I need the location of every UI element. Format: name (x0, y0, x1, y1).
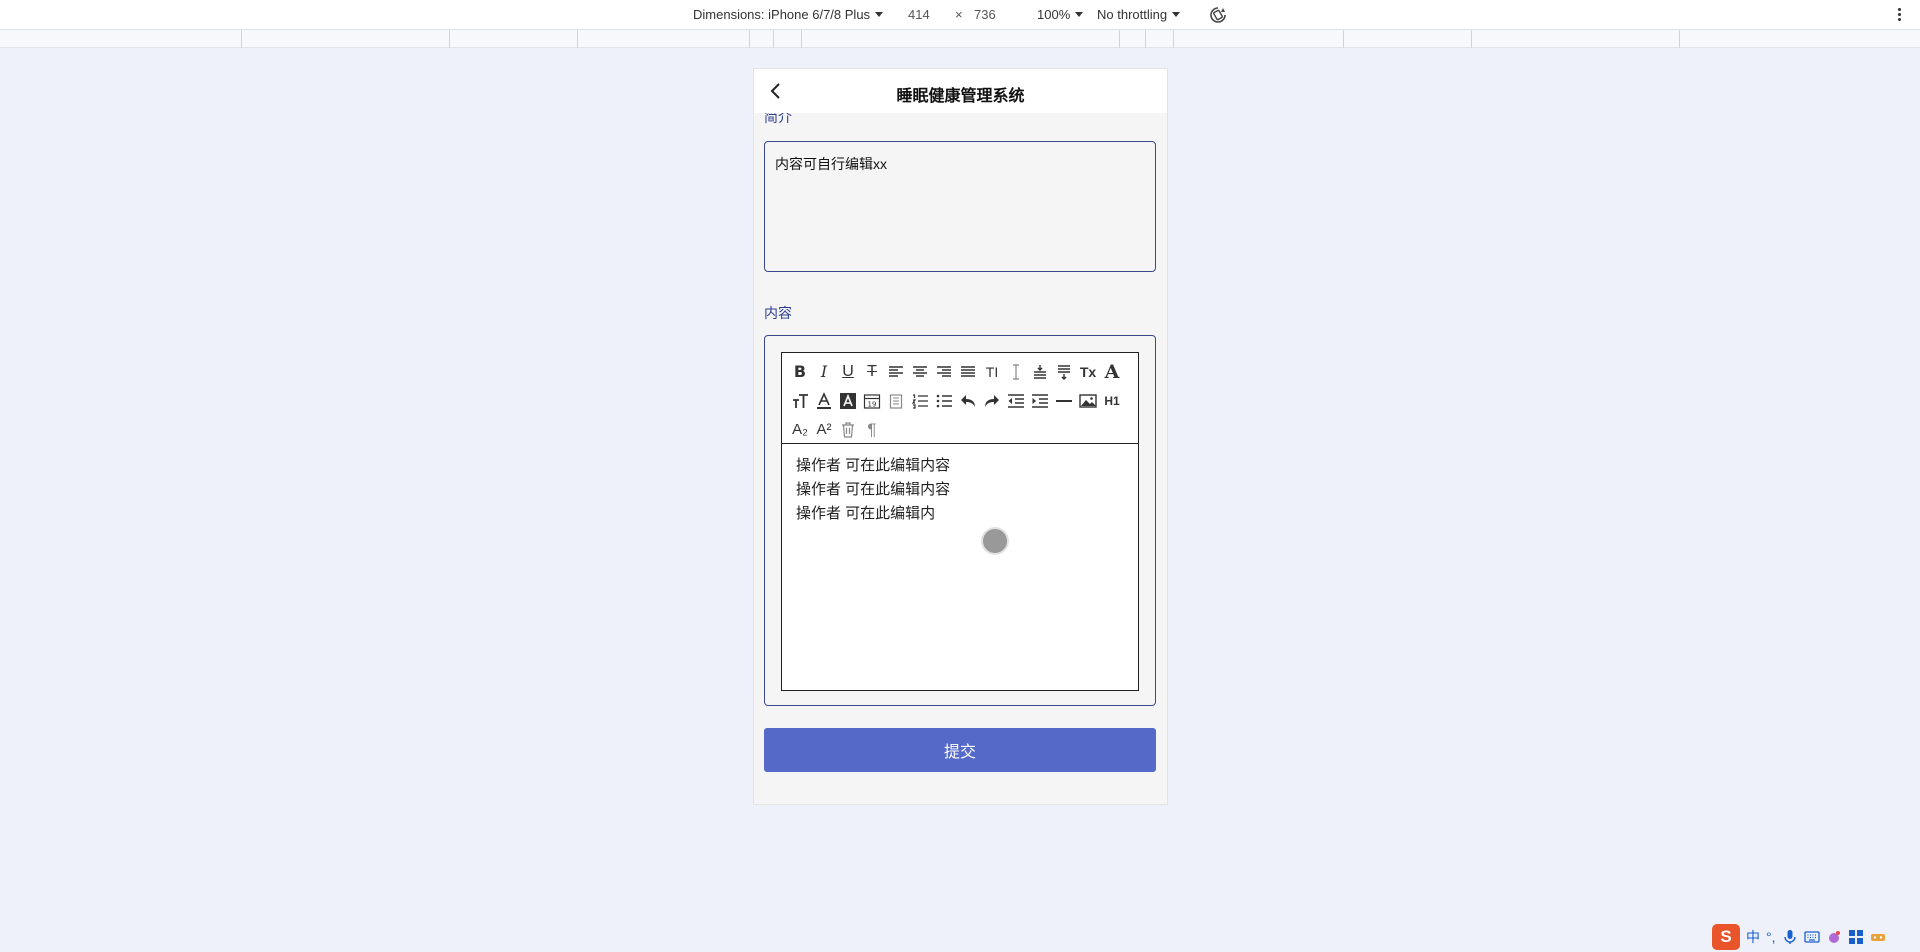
ordered-list-icon[interactable] (908, 389, 932, 413)
undo-icon[interactable] (956, 389, 980, 413)
chevron-down-icon (1075, 12, 1084, 17)
devtools-toolbar: Dimensions: iPhone 6/7/8 Plus 414 × 736 … (0, 0, 1920, 30)
ime-tray: S 中 °, (1712, 924, 1886, 950)
ime-punctuation-indicator[interactable]: °, (1766, 929, 1776, 945)
ime-extra-icon[interactable] (1870, 929, 1886, 945)
svg-text:19: 19 (868, 400, 877, 408)
align-right-icon[interactable] (932, 360, 956, 384)
align-left-icon[interactable] (884, 360, 908, 384)
paragraph-icon[interactable]: ¶ (860, 418, 884, 442)
microphone-icon[interactable] (1782, 929, 1798, 945)
submit-button[interactable]: 提交 (764, 728, 1156, 772)
keyboard-icon[interactable] (1803, 929, 1820, 945)
skin-icon[interactable] (1826, 929, 1842, 945)
touch-cursor-indicator (983, 529, 1007, 553)
device-label: Dimensions: iPhone 6/7/8 Plus (693, 7, 871, 22)
spacing-top-icon[interactable] (1028, 360, 1052, 384)
editor-line: 操作者 可在此编辑内 (796, 505, 936, 522)
clipboard-icon[interactable] (884, 389, 908, 413)
strikethrough-icon[interactable]: T (860, 360, 884, 384)
align-center-icon[interactable] (908, 360, 932, 384)
font-size-icon[interactable]: TI (980, 360, 1004, 384)
zoom-dropdown[interactable]: 100% (1037, 7, 1084, 22)
throttling-dropdown[interactable]: No throttling (1097, 7, 1181, 22)
line-height-icon[interactable] (1004, 360, 1028, 384)
heading-icon[interactable]: H1 (1100, 389, 1124, 413)
device-dimensions-dropdown[interactable]: Dimensions: iPhone 6/7/8 Plus (693, 7, 884, 22)
times-sign: × (955, 7, 963, 22)
ime-language-indicator[interactable]: 中 (1746, 927, 1760, 947)
intro-label: 简介 (764, 113, 792, 125)
indent-icon[interactable] (1028, 389, 1052, 413)
page-title: 睡眠健康管理系统 (896, 88, 1025, 105)
editor-content[interactable]: 操作者 可在此编辑内容 操作者 可在此编辑内容 操作者 可在此编辑内 (796, 454, 1128, 526)
nav-bar: 睡眠健康管理系统 (754, 69, 1167, 113)
width-input[interactable]: 414 (908, 7, 930, 22)
clear-format-icon[interactable]: Tx (1076, 360, 1100, 384)
chevron-down-icon (875, 12, 884, 17)
subscript-icon[interactable]: A₂ (788, 418, 812, 442)
font-family-icon[interactable]: A (1100, 360, 1124, 384)
zoom-label: 100% (1037, 7, 1071, 22)
bold-icon[interactable]: B (788, 360, 812, 384)
align-justify-icon[interactable] (956, 360, 980, 384)
more-options-icon[interactable] (1896, 6, 1902, 24)
chevron-down-icon (1172, 12, 1181, 17)
height-input[interactable]: 736 (974, 7, 996, 22)
unordered-list-icon[interactable] (932, 389, 956, 413)
intro-textarea[interactable]: 内容可自行编辑xx (764, 141, 1156, 272)
rotate-icon[interactable] (1208, 5, 1228, 25)
sogou-ime-logo[interactable]: S (1712, 924, 1740, 950)
horizontal-rule-icon[interactable] (1052, 389, 1076, 413)
redo-icon[interactable] (980, 389, 1004, 413)
editor-line: 操作者 可在此编辑内容 (796, 457, 951, 474)
superscript-icon[interactable]: A² (812, 418, 836, 442)
italic-icon[interactable]: I (812, 360, 836, 384)
font-color-icon[interactable] (812, 389, 836, 413)
toolbox-icon[interactable] (1848, 929, 1864, 945)
outdent-icon[interactable] (1004, 389, 1028, 413)
image-icon[interactable] (1076, 389, 1100, 413)
editor-toolbar: B I U T TI Tx A 19 H1 A₂ A² ¶ (782, 353, 1138, 444)
calendar-icon[interactable]: 19 (860, 389, 884, 413)
throttling-label: No throttling (1097, 7, 1168, 22)
underline-icon[interactable]: U (836, 360, 860, 384)
spacing-bottom-icon[interactable] (1052, 360, 1076, 384)
device-viewport: 睡眠健康管理系统 简介 内容可自行编辑xx 内容 B I U T TI Tx A… (753, 68, 1168, 805)
text-size-icon[interactable] (788, 389, 812, 413)
content-label: 内容 (764, 305, 792, 321)
rich-text-editor: B I U T TI Tx A 19 H1 A₂ A² ¶ 操作者 可在此编辑内… (781, 352, 1139, 691)
editor-line: 操作者 可在此编辑内容 (796, 481, 951, 498)
media-query-ruler (0, 30, 1920, 48)
background-color-icon[interactable] (836, 389, 860, 413)
content-field: B I U T TI Tx A 19 H1 A₂ A² ¶ 操作者 可在此编辑内… (764, 335, 1156, 706)
trash-icon[interactable] (836, 418, 860, 442)
